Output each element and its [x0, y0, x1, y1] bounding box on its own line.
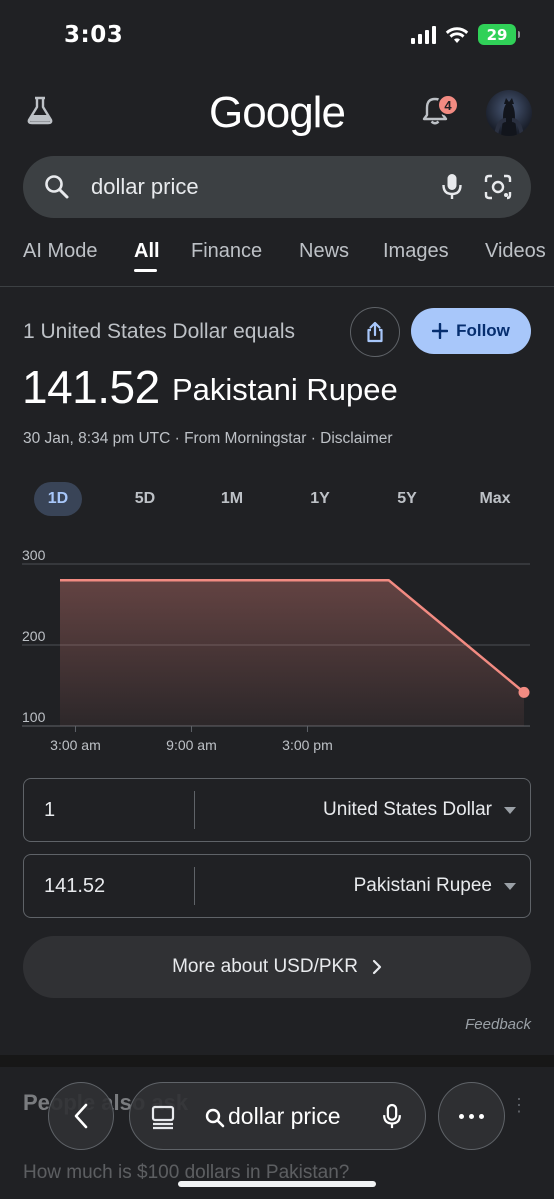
more-icon: [459, 1113, 464, 1119]
active-tab-indicator: [134, 269, 157, 272]
y-tick-label: 300: [22, 548, 46, 563]
follow-label: Follow: [456, 321, 510, 340]
range-1m[interactable]: 1M: [208, 482, 256, 516]
search-tabs: AI Mode All Finance News Images Videos: [0, 238, 554, 278]
from-currency-field[interactable]: 1 United States Dollar: [23, 778, 531, 842]
share-button[interactable]: [350, 307, 400, 357]
tab-ai-mode[interactable]: AI Mode: [23, 240, 97, 263]
feedback-link[interactable]: Feedback: [465, 1016, 531, 1033]
battery-charging-icon: 29: [478, 24, 520, 45]
y-tick-label: 200: [22, 628, 46, 644]
to-amount-input[interactable]: 141.52: [44, 875, 105, 898]
bottom-toolbar: dollar price: [0, 1082, 554, 1152]
rate-meta[interactable]: 30 Jan, 8:34 pm UTC · From Morningstar ·…: [23, 430, 393, 448]
to-currency-field[interactable]: 141.52 Pakistani Rupee: [23, 854, 531, 918]
lens-icon[interactable]: [483, 172, 513, 202]
notification-badge: 4: [437, 94, 459, 116]
search-input[interactable]: dollar price: [23, 156, 531, 218]
more-about-label: More about USD/PKR: [172, 956, 358, 977]
tab-news[interactable]: News: [299, 240, 349, 263]
range-selector: 1D 5D 1M 1Y 5Y Max: [0, 482, 554, 516]
section-separator: [0, 1055, 554, 1067]
search-query: dollar price: [91, 174, 199, 199]
chart-current-point: [518, 686, 530, 698]
x-tick-label: 3:00 am: [50, 737, 101, 753]
google-logo[interactable]: Google: [0, 88, 554, 138]
chart-area: [60, 580, 524, 726]
y-tick-label: 100: [22, 709, 46, 725]
exchange-rate-chart[interactable]: 300 200 1003:00 am 9:00 am 3:00 pm: [0, 548, 554, 760]
from-amount-input[interactable]: 1: [44, 799, 55, 822]
back-icon: [74, 1103, 88, 1129]
avatar[interactable]: [486, 90, 532, 136]
range-5d[interactable]: 5D: [121, 482, 169, 516]
tab-finance[interactable]: Finance: [191, 240, 262, 263]
bottom-search-query: dollar price: [228, 1103, 341, 1129]
field-separator: [194, 791, 195, 829]
plus-icon: [432, 323, 449, 339]
range-max[interactable]: Max: [471, 482, 519, 516]
field-separator: [194, 867, 195, 905]
tab-all[interactable]: All: [134, 240, 160, 263]
mic-icon[interactable]: [380, 1103, 404, 1131]
range-1y[interactable]: 1Y: [296, 482, 344, 516]
search-icon: [205, 1108, 225, 1128]
x-tick-label: 9:00 am: [166, 737, 217, 753]
wifi-icon: [445, 26, 469, 43]
to-currency-select[interactable]: Pakistani Rupee: [354, 875, 492, 897]
follow-button[interactable]: Follow: [411, 308, 531, 354]
chevron-down-icon[interactable]: [504, 883, 516, 890]
top-bar: Google 4: [0, 80, 554, 144]
share-icon: [367, 321, 383, 343]
tabs-icon[interactable]: [150, 1104, 176, 1130]
signal-icon: [411, 25, 436, 44]
mic-icon[interactable]: [439, 172, 465, 202]
status-time: 3:03: [64, 22, 124, 48]
range-5y[interactable]: 5Y: [383, 482, 431, 516]
tab-videos[interactable]: Videos: [485, 240, 546, 263]
chevron-down-icon[interactable]: [504, 807, 516, 814]
more-about-button[interactable]: More about USD/PKR: [23, 936, 531, 998]
rate-value: 141.52: [22, 361, 160, 413]
home-indicator[interactable]: [178, 1181, 376, 1187]
status-icons: 29: [411, 24, 520, 45]
rate-currency: Pakistani Rupee: [172, 372, 398, 407]
tab-images[interactable]: Images: [383, 240, 449, 263]
battery-level: 29: [486, 25, 508, 44]
status-bar: 3:03 29: [0, 0, 554, 70]
chevron-right-icon: [372, 959, 382, 975]
bottom-search-bar[interactable]: dollar price: [129, 1082, 426, 1150]
tabs-divider: [0, 286, 554, 287]
equals-label: 1 United States Dollar equals: [23, 320, 295, 343]
range-1d[interactable]: 1D: [34, 482, 82, 516]
search-icon: [45, 175, 69, 199]
back-button[interactable]: [48, 1082, 114, 1150]
from-currency-select[interactable]: United States Dollar: [323, 799, 492, 821]
more-options-button[interactable]: [438, 1082, 505, 1150]
x-tick-label: 3:00 pm: [282, 737, 333, 753]
